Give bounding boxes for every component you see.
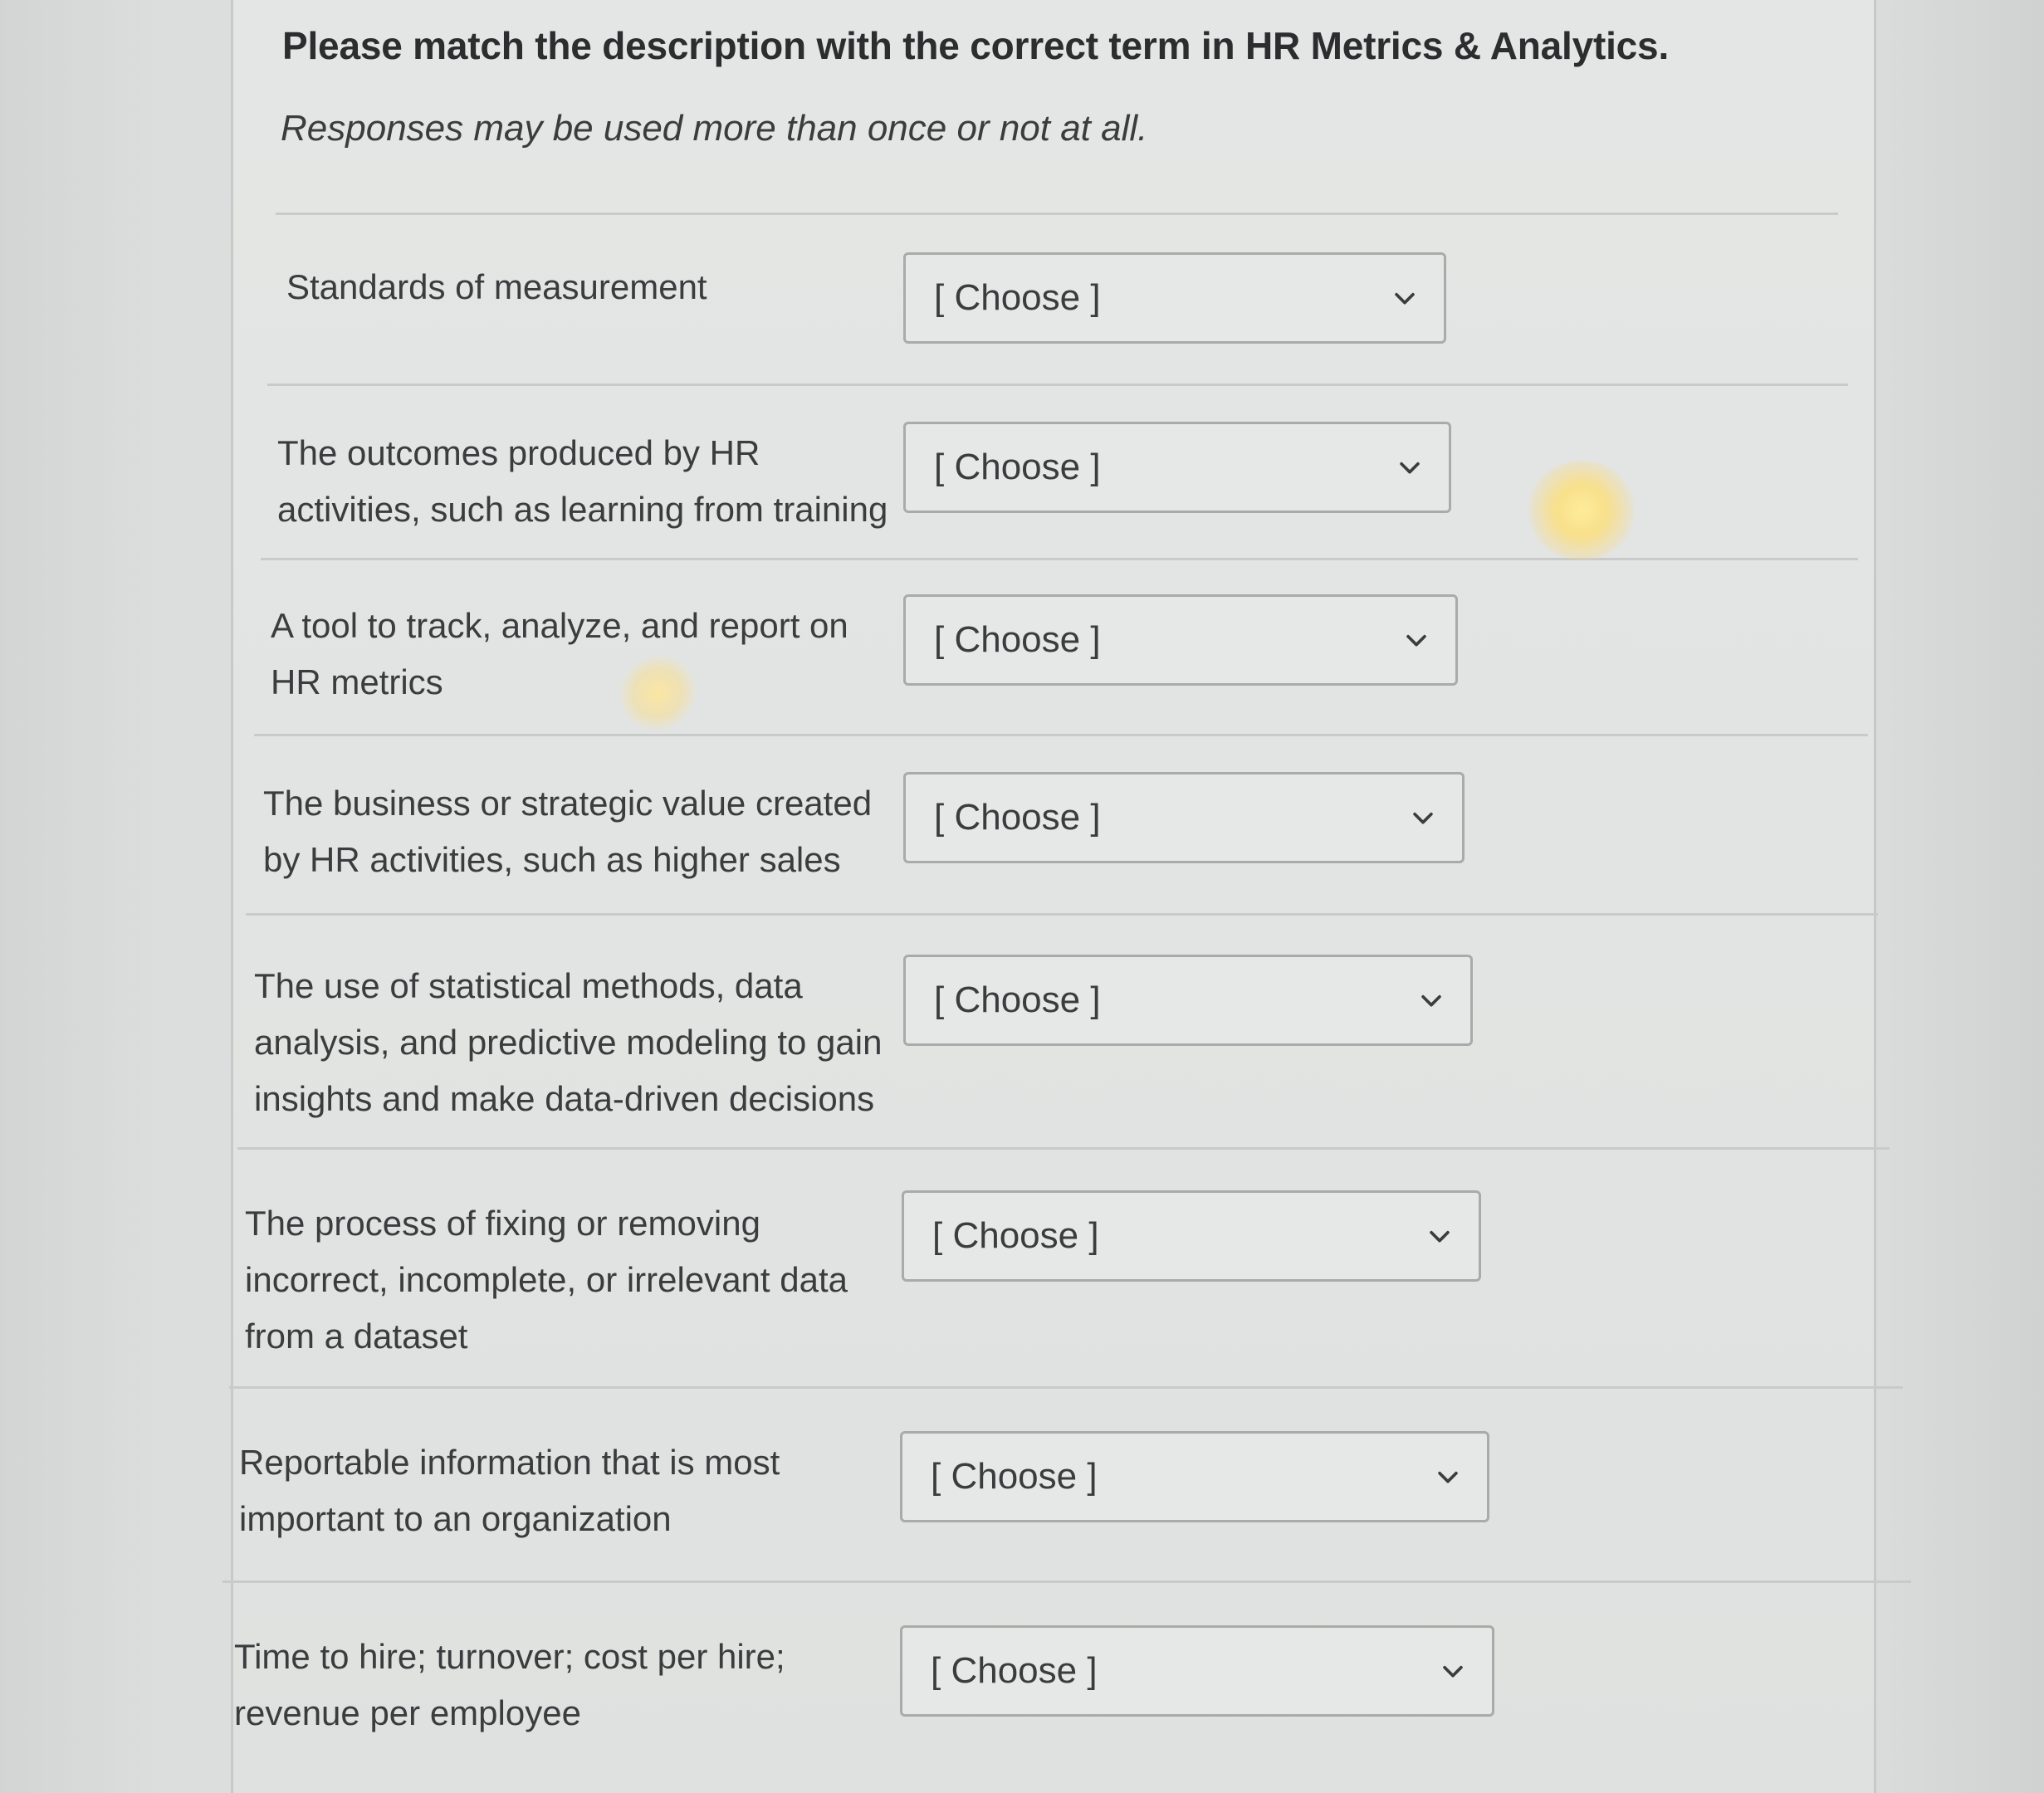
description-label-1: Standards of measurement	[286, 267, 707, 306]
term-select-2[interactable]: [ Choose ]	[903, 422, 1451, 513]
chevron-down-icon	[1406, 634, 1426, 647]
term-select-8[interactable]: [ Choose ]	[900, 1625, 1494, 1717]
chevron-down-icon	[1421, 994, 1441, 1007]
description-label-6: The process of fixing or removing incorr…	[245, 1204, 848, 1356]
term-select-6[interactable]: [ Choose ]	[902, 1190, 1481, 1282]
chevron-down-icon	[1438, 1471, 1458, 1483]
chevron-down-icon	[1430, 1230, 1450, 1243]
divider	[237, 1147, 1890, 1150]
select-value: [ Choose ]	[934, 619, 1101, 660]
term-select-4[interactable]: [ Choose ]	[903, 772, 1465, 863]
select-value: [ Choose ]	[931, 1456, 1098, 1497]
description-label-3: A tool to track, analyze, and report on …	[271, 606, 848, 701]
divider	[254, 734, 1868, 736]
divider	[229, 1386, 1903, 1389]
chevron-down-icon	[1443, 1665, 1463, 1678]
term-select-5[interactable]: [ Choose ]	[903, 955, 1473, 1046]
divider	[267, 384, 1848, 386]
chevron-down-icon	[1395, 292, 1415, 305]
divider	[246, 913, 1878, 916]
term-select-3[interactable]: [ Choose ]	[903, 594, 1458, 686]
select-value: [ Choose ]	[932, 1215, 1099, 1256]
term-select-7[interactable]: [ Choose ]	[900, 1431, 1489, 1522]
divider	[222, 1580, 1911, 1583]
question-title: Please match the description with the co…	[282, 24, 1670, 67]
description-label-5: The use of statistical methods, data ana…	[254, 966, 883, 1118]
select-value: [ Choose ]	[934, 277, 1101, 318]
chevron-down-icon	[1400, 462, 1420, 474]
description-label-4: The business or strategic value created …	[263, 784, 873, 879]
description-label-7: Reportable information that is most impo…	[239, 1443, 780, 1538]
select-value: [ Choose ]	[931, 1650, 1098, 1691]
light-glare	[1528, 461, 1636, 560]
description-label-8: Time to hire; turnover; cost per hire; r…	[234, 1637, 785, 1732]
description-label-2: The outcomes produced by HR activities, …	[277, 433, 888, 529]
select-value: [ Choose ]	[934, 447, 1101, 487]
select-value: [ Choose ]	[934, 980, 1101, 1020]
question-instructions: Responses may be used more than once or …	[281, 108, 1148, 149]
divider	[261, 558, 1858, 560]
term-select-1[interactable]: [ Choose ]	[903, 252, 1446, 344]
divider	[276, 213, 1838, 215]
select-value: [ Choose ]	[934, 797, 1101, 838]
chevron-down-icon	[1413, 812, 1433, 824]
